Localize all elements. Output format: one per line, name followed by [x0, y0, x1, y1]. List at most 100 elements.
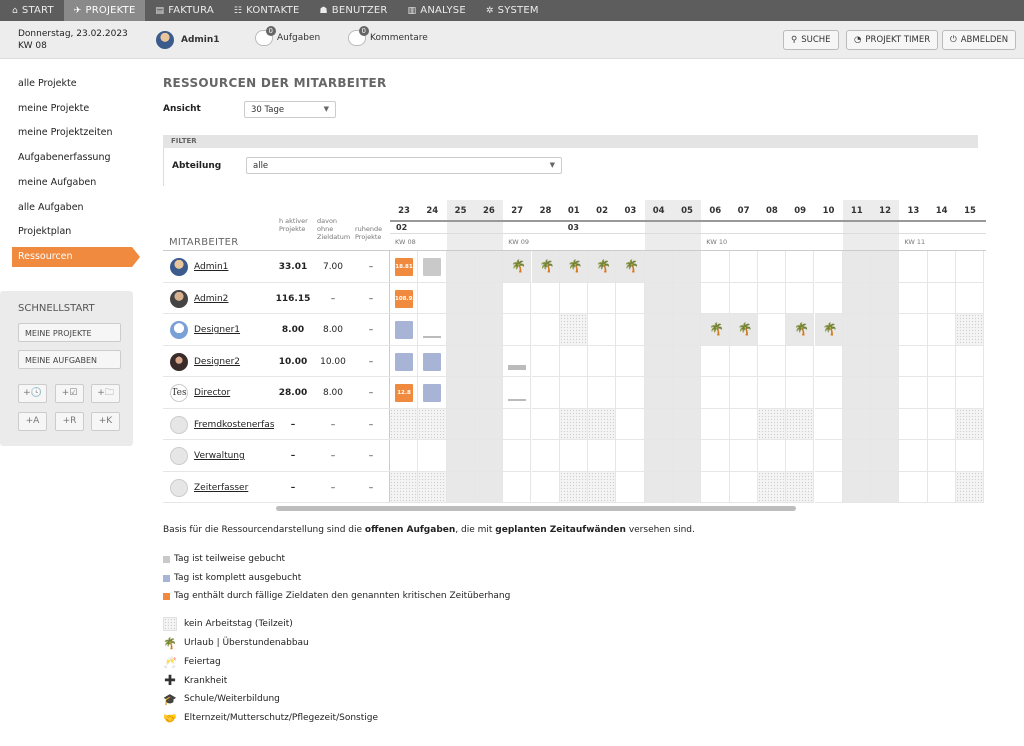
- day-cell[interactable]: [842, 440, 872, 472]
- day-cell[interactable]: [899, 408, 928, 440]
- sidebar-item-3[interactable]: Aufgabenerfassung: [18, 152, 111, 163]
- day-cell[interactable]: [390, 440, 419, 472]
- logout-button[interactable]: ⏻ ABMELDEN: [942, 30, 1017, 50]
- day-cell[interactable]: [814, 440, 843, 472]
- day-cell[interactable]: [757, 282, 787, 314]
- day-cell[interactable]: [559, 440, 589, 472]
- day-cell[interactable]: [899, 471, 928, 503]
- sidebar-item-0[interactable]: alle Projekte: [18, 78, 77, 89]
- nav-faktura[interactable]: ▤ FAKTURA: [145, 0, 223, 21]
- day-cell[interactable]: [729, 471, 758, 503]
- day-cell[interactable]: [559, 314, 589, 346]
- nav-analyse[interactable]: ▥ ANALYSE: [398, 0, 476, 21]
- day-cell[interactable]: [673, 345, 702, 377]
- add-k-icon[interactable]: +K: [91, 412, 120, 431]
- day-cell[interactable]: [474, 345, 504, 377]
- day-cell[interactable]: [786, 408, 815, 440]
- day-cell[interactable]: [531, 440, 560, 472]
- nav-start[interactable]: ⌂ START: [0, 0, 64, 21]
- day-cell[interactable]: [956, 408, 985, 440]
- day-cell[interactable]: [588, 440, 617, 472]
- day-cell[interactable]: [729, 440, 758, 472]
- day-cell[interactable]: [871, 314, 900, 346]
- day-cell[interactable]: [446, 345, 475, 377]
- day-cell[interactable]: [757, 251, 787, 283]
- sidebar-item-ressourcen[interactable]: Ressourcen: [12, 247, 140, 267]
- day-cell[interactable]: [588, 314, 617, 346]
- day-cell[interactable]: [531, 282, 560, 314]
- day-cell[interactable]: [644, 471, 673, 503]
- day-cell[interactable]: [701, 408, 730, 440]
- booking-block[interactable]: 18.81: [395, 258, 413, 276]
- tasks-link[interactable]: 0 Aufgaben: [255, 26, 320, 46]
- day-cell[interactable]: [956, 282, 985, 314]
- day-cell[interactable]: [729, 377, 758, 409]
- day-cell[interactable]: [503, 440, 532, 472]
- employee-name[interactable]: Admin1: [194, 262, 274, 272]
- day-cell[interactable]: [786, 282, 815, 314]
- day-cell[interactable]: [956, 377, 985, 409]
- day-cell[interactable]: [474, 282, 504, 314]
- day-cell[interactable]: [899, 282, 928, 314]
- booking-block[interactable]: 12.8: [395, 384, 413, 402]
- day-cell[interactable]: [842, 282, 872, 314]
- day-cell[interactable]: [729, 251, 758, 283]
- day-cell[interactable]: [644, 345, 673, 377]
- employee-name[interactable]: Director: [194, 388, 274, 398]
- sidebar-item-1[interactable]: meine Projekte: [18, 103, 89, 114]
- booking-block[interactable]: 108.95: [395, 289, 413, 308]
- day-cell[interactable]: [701, 345, 730, 377]
- day-cell[interactable]: [757, 440, 787, 472]
- day-cell[interactable]: [644, 314, 673, 346]
- day-cell[interactable]: [531, 314, 560, 346]
- day-cell[interactable]: [418, 440, 447, 472]
- day-cell[interactable]: [588, 282, 617, 314]
- day-cell[interactable]: [927, 251, 956, 283]
- day-cell[interactable]: [616, 471, 645, 503]
- booking-block[interactable]: [423, 384, 442, 402]
- day-cell[interactable]: [757, 408, 787, 440]
- day-cell[interactable]: [673, 314, 702, 346]
- day-cell[interactable]: [588, 345, 617, 377]
- day-cell[interactable]: [644, 251, 673, 283]
- day-cell[interactable]: [390, 471, 419, 503]
- day-cell[interactable]: [531, 471, 560, 503]
- day-cell[interactable]: [899, 377, 928, 409]
- day-cell[interactable]: [446, 440, 475, 472]
- day-cell[interactable]: [842, 408, 872, 440]
- day-cell[interactable]: [701, 377, 730, 409]
- day-cell[interactable]: [927, 440, 956, 472]
- day-cell[interactable]: [616, 440, 645, 472]
- booking-block[interactable]: [395, 321, 413, 339]
- day-cell[interactable]: [644, 440, 673, 472]
- day-cell[interactable]: [927, 408, 956, 440]
- day-cell[interactable]: [588, 471, 617, 503]
- day-cell[interactable]: [503, 314, 532, 346]
- employee-name[interactable]: Zeiterfasser: [194, 483, 274, 493]
- day-cell[interactable]: [616, 377, 645, 409]
- sidebar-item-2[interactable]: meine Projektzeiten: [18, 127, 112, 138]
- add-time-icon[interactable]: +🕓: [18, 384, 47, 403]
- day-cell[interactable]: [673, 282, 702, 314]
- day-cell[interactable]: [446, 282, 475, 314]
- day-cell[interactable]: [871, 471, 900, 503]
- day-cell[interactable]: [559, 377, 589, 409]
- day-cell[interactable]: [871, 408, 900, 440]
- day-cell[interactable]: [616, 345, 645, 377]
- day-cell[interactable]: [446, 471, 475, 503]
- day-cell[interactable]: [871, 377, 900, 409]
- day-cell[interactable]: [842, 314, 872, 346]
- search-button[interactable]: ⚲ SUCHE: [783, 30, 839, 50]
- day-cell[interactable]: [927, 471, 956, 503]
- day-cell[interactable]: [644, 377, 673, 409]
- day-cell[interactable]: [956, 251, 985, 283]
- employee-name[interactable]: Designer2: [194, 357, 274, 367]
- day-cell[interactable]: [757, 345, 787, 377]
- day-cell[interactable]: [899, 314, 928, 346]
- day-cell[interactable]: [616, 282, 645, 314]
- horizontal-scrollbar[interactable]: [276, 506, 796, 511]
- day-cell[interactable]: [531, 345, 560, 377]
- project-timer-button[interactable]: ◔ PROJEKT TIMER: [846, 30, 939, 50]
- day-cell[interactable]: [503, 377, 532, 409]
- add-folder-icon[interactable]: +🗀: [91, 384, 120, 403]
